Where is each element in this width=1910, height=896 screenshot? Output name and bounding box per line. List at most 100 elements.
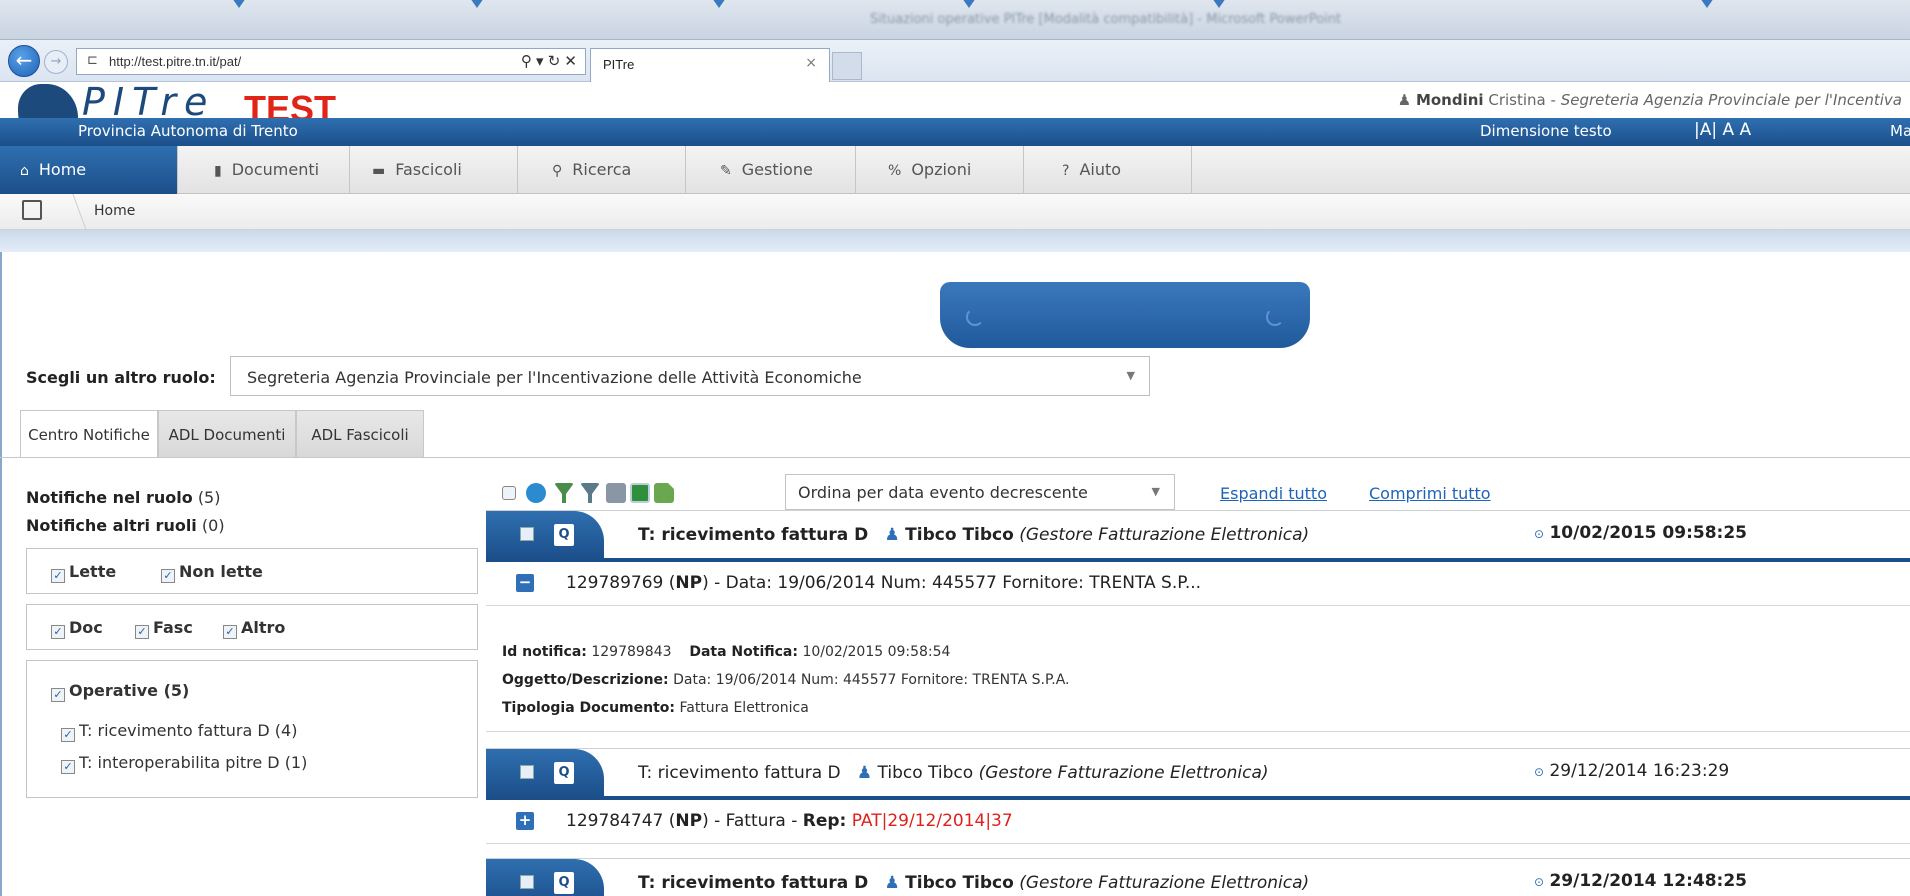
- filter-icon[interactable]: [554, 483, 574, 503]
- detail-label: Id notifica:: [502, 644, 587, 660]
- filter-op-ricevimento[interactable]: ✓ T: ricevimento fattura D (4): [61, 721, 297, 742]
- notification-date: ⊙ 29/12/2014 16:23:29: [1534, 761, 1729, 781]
- user-icon: ♟: [1397, 91, 1412, 109]
- tab-adl-fascicoli[interactable]: ADL Fascicoli: [296, 410, 424, 458]
- help-icon: ?: [1062, 163, 1070, 179]
- breadcrumb-home[interactable]: Home: [94, 203, 135, 219]
- detail-row-object: Oggetto/Descrizione: Data: 19/06/2014 Nu…: [502, 672, 1069, 688]
- filter-doc[interactable]: ✓ Doc: [51, 618, 103, 639]
- breadcrumb-separator: [53, 194, 87, 230]
- filter-lette[interactable]: ✓ Lette: [51, 562, 116, 583]
- delete-icon[interactable]: [606, 483, 626, 503]
- document-text: - Data: 19/06/2014 Num: 445577 Fornitore…: [714, 573, 1202, 593]
- notifiche-altri-ruoli[interactable]: Notifiche altri ruoli (0): [26, 516, 225, 535]
- forward-button[interactable]: →: [44, 50, 68, 74]
- window-title: Situazioni operative PITre [Modalità com…: [870, 12, 1342, 27]
- notification-header[interactable]: Q T: ricevimento fattura D ♟ Tibco Tibco…: [486, 748, 1910, 800]
- document-id: 129784747: [566, 811, 664, 831]
- bookmark-icon[interactable]: [22, 200, 42, 220]
- select-all-checkbox[interactable]: [502, 486, 516, 500]
- filter-op2-label: T: interoperabilita pitre D (1): [79, 753, 308, 772]
- clock-icon: ⊙: [1534, 765, 1545, 779]
- rep-label: Rep:: [802, 811, 847, 831]
- notification-document-row[interactable]: + 129784747 (NP) - Fattura - Rep: PAT|29…: [486, 800, 1910, 844]
- user-name: Cristina: [1488, 91, 1546, 109]
- checkbox-icon[interactable]: ✓: [51, 688, 65, 702]
- user-info: ♟ Mondini Cristina - Segreteria Agenzia …: [1397, 91, 1902, 109]
- filter-non-lette[interactable]: ✓ Non lette: [161, 562, 263, 583]
- excel-icon[interactable]: [630, 483, 650, 503]
- clock-icon: ⊙: [1534, 527, 1545, 541]
- tab-centro-notifiche[interactable]: Centro Notifiche: [20, 410, 158, 458]
- menu-opzioni[interactable]: % Opzioni: [856, 146, 1024, 194]
- notification-document-row[interactable]: − 129789769 (NP) - Data: 19/06/2014 Num:…: [486, 562, 1910, 606]
- sort-select[interactable]: Ordina per data evento decrescente ▼: [785, 474, 1175, 510]
- filter-operative[interactable]: ✓ Operative (5): [51, 681, 189, 702]
- menu-gestione[interactable]: ✎ Gestione: [686, 146, 856, 194]
- tab-adl-documenti[interactable]: ADL Documenti: [158, 410, 296, 458]
- marker-icon: [232, 0, 246, 8]
- document-icon: ▮: [214, 163, 222, 179]
- filter-operative-label: Operative (5): [69, 681, 190, 700]
- person-icon: ♟: [884, 873, 900, 893]
- checkbox-icon[interactable]: ✓: [61, 760, 75, 774]
- header-cut-text[interactable]: Ma: [1890, 122, 1910, 140]
- address-bar[interactable]: ⊏ http://test.pitre.tn.it/pat/ ⚲ ▾ ↻ ✕: [76, 48, 586, 75]
- notification-checkbox[interactable]: [520, 527, 534, 541]
- menu-documenti[interactable]: ▮ Documenti: [178, 146, 350, 194]
- expand-icon[interactable]: +: [516, 812, 534, 830]
- expand-all-link[interactable]: Espandi tutto: [1220, 484, 1327, 503]
- checkbox-icon[interactable]: ✓: [135, 625, 149, 639]
- address-tools[interactable]: ⚲ ▾ ↻ ✕: [521, 52, 577, 70]
- new-tab-button[interactable]: [832, 52, 862, 80]
- role-select[interactable]: Segreteria Agenzia Provinciale per l'Inc…: [230, 356, 1150, 396]
- notifiche-ruolo[interactable]: Notifiche nel ruolo (5): [26, 488, 220, 507]
- header-strip: [0, 230, 1910, 252]
- close-icon[interactable]: ×: [805, 55, 817, 71]
- notification-header[interactable]: Q T: ricevimento fattura D ♟ Tibco Tibco…: [486, 510, 1910, 562]
- filter-op-interoperabilita[interactable]: ✓ T: interoperabilita pitre D (1): [61, 753, 307, 774]
- detail-label: Data Notifica:: [689, 644, 798, 660]
- checkbox-icon[interactable]: ✓: [51, 625, 65, 639]
- notification-date: ⊙ 10/02/2015 09:58:25: [1534, 523, 1747, 543]
- back-button[interactable]: ←: [8, 45, 40, 77]
- menu-aiuto[interactable]: ? Aiuto: [1024, 146, 1192, 194]
- checkbox-icon[interactable]: ✓: [161, 569, 175, 583]
- notification-tab: [486, 511, 604, 559]
- refresh-icon[interactable]: [526, 483, 546, 503]
- menu-ricerca[interactable]: ⚲ Ricerca: [518, 146, 686, 194]
- checkbox-icon[interactable]: ✓: [61, 728, 75, 742]
- collapse-handle[interactable]: [940, 282, 1310, 348]
- filter-altro[interactable]: ✓ Altro: [223, 618, 285, 639]
- document-text: - Fattura -: [714, 811, 798, 831]
- person-icon: ♟: [856, 763, 873, 783]
- remove-filter-icon[interactable]: [580, 483, 600, 503]
- notification-header[interactable]: Q T: ricevimento fattura D ♟ Tibco Tibco…: [486, 858, 1910, 896]
- browser-tab[interactable]: PITre ×: [590, 48, 830, 82]
- rep-value[interactable]: PAT|29/12/2014|37: [852, 811, 1013, 831]
- quick-view-icon[interactable]: Q: [554, 872, 574, 894]
- notification-checkbox[interactable]: [520, 765, 534, 779]
- checkbox-icon[interactable]: ✓: [51, 569, 65, 583]
- text-size-options[interactable]: |A| A A: [1694, 120, 1751, 140]
- export-icon[interactable]: [654, 483, 674, 503]
- menu-label: Documenti: [231, 160, 320, 179]
- notification-title: T: ricevimento fattura D: [638, 525, 869, 545]
- menu-home[interactable]: ⌂ Home: [0, 146, 178, 194]
- marker-icon: [1212, 0, 1226, 8]
- checkbox-icon[interactable]: ✓: [223, 625, 237, 639]
- menu-fascicoli[interactable]: ▬ Fascicoli: [350, 146, 518, 194]
- quick-view-icon[interactable]: Q: [554, 762, 574, 784]
- notification-date-value: 29/12/2014 12:48:25: [1549, 871, 1748, 891]
- marker-icon: [1700, 0, 1714, 8]
- filter-fasc[interactable]: ✓ Fasc: [135, 618, 193, 639]
- notification-checkbox[interactable]: [520, 875, 534, 889]
- collapse-icon[interactable]: −: [516, 574, 534, 592]
- pencil-icon: ✎: [720, 163, 732, 179]
- filter-read-box: ✓ Lette ✓ Non lette: [26, 548, 478, 594]
- search-icon: ⚲: [552, 163, 563, 179]
- collapse-all-link[interactable]: Comprimi tutto: [1369, 484, 1491, 503]
- quick-view-icon[interactable]: Q: [554, 524, 574, 546]
- clock-icon: ⊙: [1534, 875, 1545, 889]
- province-bar: Provincia Autonoma di Trento Dimensione …: [0, 118, 1910, 146]
